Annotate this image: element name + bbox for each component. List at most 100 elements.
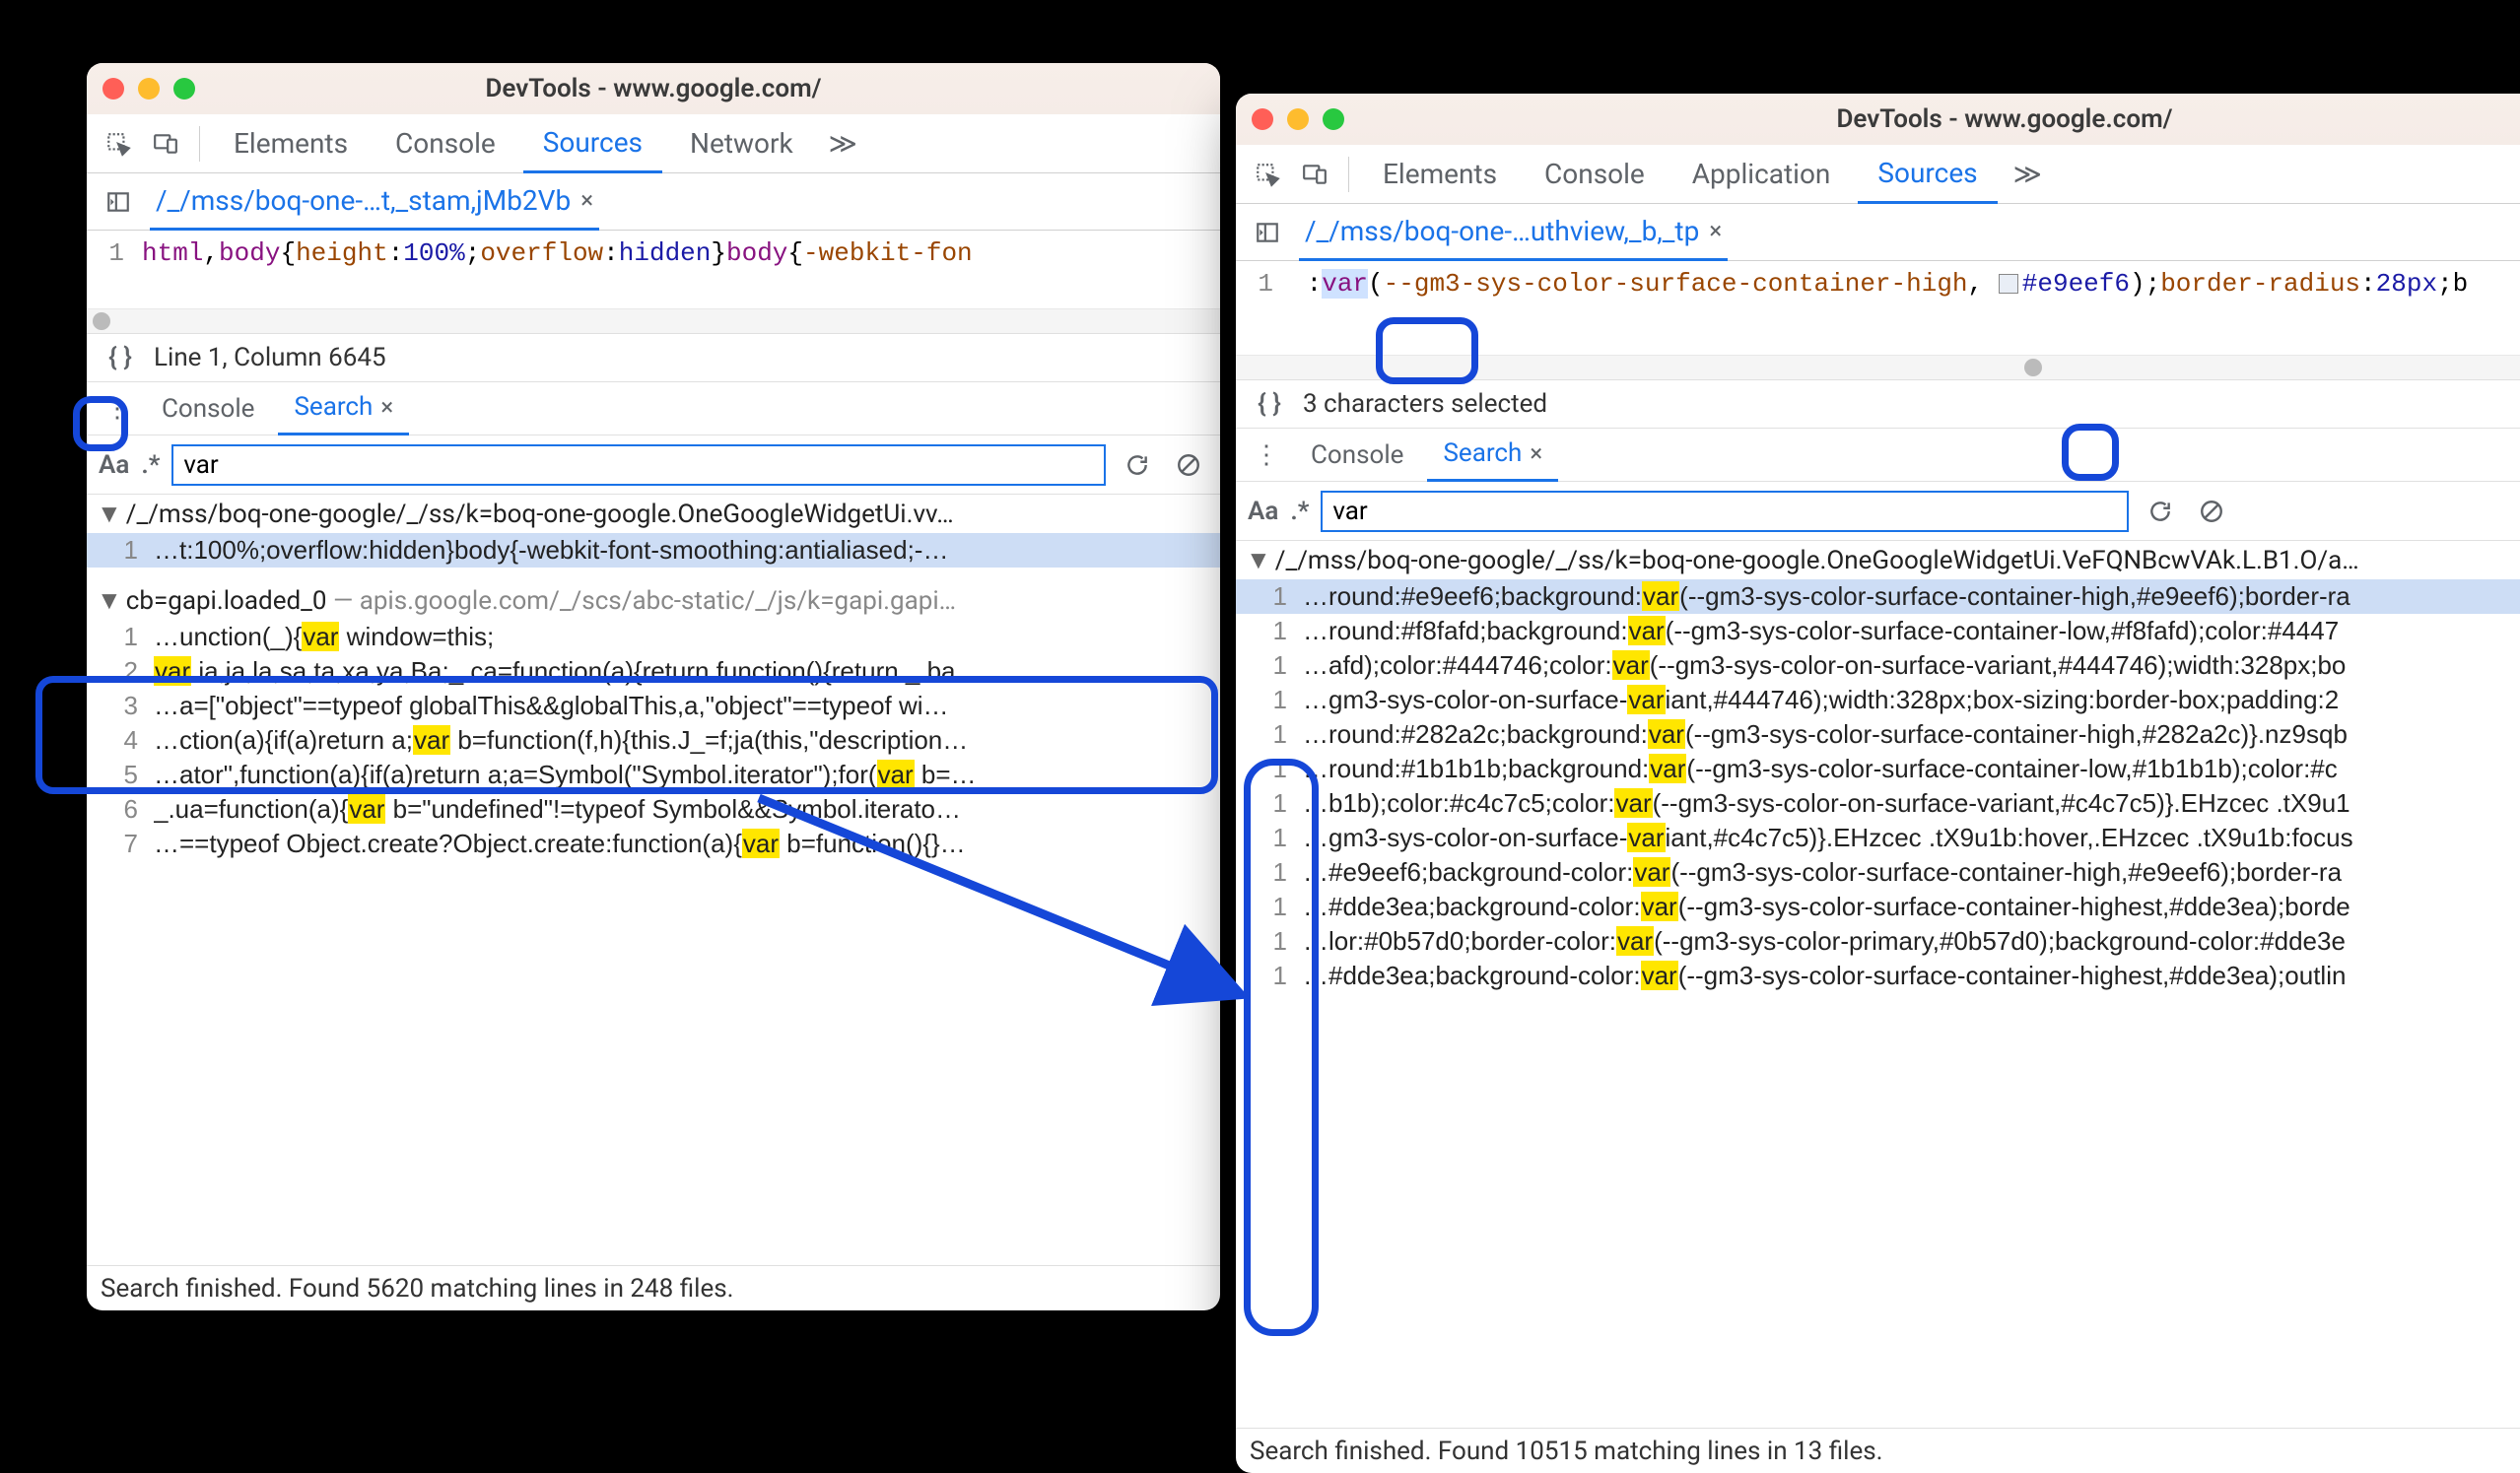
horizontal-scrollbar[interactable]	[1236, 356, 2520, 379]
close-icon[interactable]: ×	[580, 186, 593, 214]
horizontal-scrollbar[interactable]	[87, 309, 1220, 333]
search-result-row[interactable]: 1…round:#282a2c;background:var(--gm3-sys…	[1236, 717, 2520, 752]
drawer-tab-console[interactable]: Console	[1295, 429, 1419, 482]
clear-icon[interactable]	[2192, 492, 2231, 531]
search-result-row[interactable]: 1…#e9eef6;background-color:var(--gm3-sys…	[1236, 855, 2520, 890]
close-icon[interactable]: ×	[1709, 217, 1722, 244]
search-result-row[interactable]: 1…#dde3ea;background-color:var(--gm3-sys…	[1236, 890, 2520, 924]
clear-icon[interactable]	[1169, 445, 1208, 485]
drawer-tab-console[interactable]: Console	[146, 382, 270, 435]
result-snippet: …ction(a){if(a)return a;var b=function(f…	[154, 725, 1210, 756]
line-number: 1	[1236, 261, 1283, 355]
drawer-tab-search[interactable]: Search ×	[1427, 429, 1558, 482]
close-icon[interactable]: ×	[1530, 439, 1542, 467]
refresh-icon[interactable]	[1118, 445, 1157, 485]
match-case-toggle[interactable]: Aa	[1248, 497, 1278, 526]
result-snippet: …round:#282a2c;background:var(--gm3-sys-…	[1303, 719, 2520, 750]
search-result-row[interactable]: 1…round:#e9eef6;background:var(--gm3-sys…	[1236, 579, 2520, 614]
result-line-number: 1	[1246, 926, 1287, 957]
close-window-icon[interactable]	[1252, 108, 1273, 130]
tab-application[interactable]: Application	[1672, 145, 1851, 204]
file-tab[interactable]: /_/mss/boq-one-…uthview,_b,_tp ×	[1299, 204, 1728, 261]
refresh-icon[interactable]	[2141, 492, 2180, 531]
minimize-window-icon[interactable]	[1287, 108, 1309, 130]
search-result-row[interactable]: 1…gm3-sys-color-on-surface-variant,#c4c7…	[1236, 821, 2520, 855]
tab-elements[interactable]: Elements	[214, 114, 368, 173]
search-result-row[interactable]: 2var ia,ja,la,sa,ta,xa,ya,Ba;_.ca=functi…	[87, 654, 1220, 689]
tab-elements[interactable]: Elements	[1363, 145, 1517, 204]
search-result-row[interactable]: 1…round:#1b1b1b;background:var(--gm3-sys…	[1236, 752, 2520, 786]
format-icon[interactable]: { }	[101, 338, 140, 377]
search-result-row[interactable]: 1…#dde3ea;background-color:var(--gm3-sys…	[1236, 959, 2520, 993]
result-file-header[interactable]: ▼/_/mss/boq-one-google/_/ss/k=boq-one-go…	[87, 495, 1220, 533]
search-result-row[interactable]: 1…gm3-sys-color-on-surface-variant,#4447…	[1236, 683, 2520, 717]
inspect-icon[interactable]	[1248, 155, 1287, 194]
search-result-row[interactable]: 1…t:100%;overflow:hidden}body{-webkit-fo…	[87, 533, 1220, 568]
drawer-tab-label: Search	[294, 392, 373, 422]
drawer-tab-search[interactable]: Search ×	[278, 382, 409, 435]
result-line-number: 7	[97, 829, 138, 859]
device-icon[interactable]	[1295, 155, 1334, 194]
search-result-row[interactable]: 5 …ator",function(a){if(a)return a;a=Symb…	[87, 758, 1220, 792]
result-line-number: 1	[1246, 581, 1287, 612]
close-window-icon[interactable]	[102, 78, 124, 100]
file-tab-label: /_/mss/boq-one-…uthview,_b,_tp	[1305, 215, 1699, 247]
disclosure-triangle-icon[interactable]: ▼	[97, 500, 122, 529]
file-tab[interactable]: /_/mss/boq-one-…t,_stam,jMb2Vb ×	[150, 173, 599, 231]
format-icon[interactable]: { }	[1250, 384, 1289, 424]
close-icon[interactable]: ×	[380, 393, 393, 421]
selection-status: 3 characters selected	[1303, 389, 1547, 419]
result-line-number: 3	[97, 691, 138, 721]
line-number: 1	[87, 231, 134, 308]
search-result-row[interactable]: 1…round:#f8fafd;background:var(--gm3-sys…	[1236, 614, 2520, 648]
inspect-icon[interactable]	[99, 124, 138, 164]
result-file-header[interactable]: ▼cb=gapi.loaded_0 — apis.google.com/_/sc…	[87, 581, 1220, 620]
zoom-window-icon[interactable]	[173, 78, 195, 100]
color-swatch-icon	[1999, 274, 2018, 294]
result-snippet: …lor:#0b57d0;border-color:var(--gm3-sys-…	[1303, 926, 2520, 957]
search-result-row[interactable]: 1…b1b);color:#c4c7c5;color:var(--gm3-sys…	[1236, 786, 2520, 821]
navigator-toggle-icon[interactable]	[99, 182, 138, 222]
search-result-row[interactable]: 3…a=["object"==typeof globalThis&&global…	[87, 689, 1220, 723]
tabs-overflow[interactable]: ≫	[821, 114, 865, 173]
tab-console[interactable]: Console	[1525, 145, 1665, 204]
result-file-header[interactable]: ▼/_/mss/boq-one-google/_/ss/k=boq-one-go…	[1236, 541, 2520, 579]
search-input[interactable]	[171, 444, 1106, 486]
search-result-row[interactable]: 1 …lor:#0b57d0;border-color:var(--gm3-sys…	[1236, 924, 2520, 959]
tab-network[interactable]: Network	[670, 114, 813, 173]
zoom-window-icon[interactable]	[1323, 108, 1344, 130]
result-snippet: _.ua=function(a){var b="undefined"!=type…	[154, 794, 1210, 825]
result-line-number: 4	[97, 725, 138, 756]
search-input[interactable]	[1321, 491, 2129, 532]
search-result-row[interactable]: 1…afd);color:#444746;color:var(--gm3-sys…	[1236, 648, 2520, 683]
result-snippet: …ator",function(a){if(a)return a;a=Symbo…	[154, 760, 1210, 790]
minimize-window-icon[interactable]	[138, 78, 160, 100]
result-line-number: 5	[97, 760, 138, 790]
disclosure-triangle-icon[interactable]: ▼	[97, 586, 122, 616]
disclosure-triangle-icon[interactable]: ▼	[1246, 546, 1271, 575]
tabs-overflow[interactable]: ≫	[2006, 145, 2050, 204]
result-line-number: 6	[97, 794, 138, 825]
tab-sources[interactable]: Sources	[523, 114, 662, 173]
tab-console[interactable]: Console	[375, 114, 515, 173]
result-snippet: …unction(_){var window=this;	[154, 622, 1210, 652]
result-snippet: …gm3-sys-color-on-surface-variant,#44474…	[1303, 685, 2520, 715]
search-result-row[interactable]: 1…unction(_){var window=this;	[87, 620, 1220, 654]
navigator-toggle-icon[interactable]	[1248, 213, 1287, 252]
search-result-row[interactable]: 6 _.ua=function(a){var b="undefined"!=typ…	[87, 792, 1220, 827]
match-case-toggle[interactable]: Aa	[99, 450, 129, 480]
code-editor[interactable]: 1 html,body{height:100%;overflow:hidden}…	[87, 231, 1220, 309]
drawer-menu-icon[interactable]: ⋮	[97, 394, 138, 424]
code-editor[interactable]: 1 :var(--gm3-sys-color-surface-container…	[1236, 261, 2520, 356]
search-result-row[interactable]: 4 …ction(a){if(a)return a;var b=function(…	[87, 723, 1220, 758]
file-tabs-bar: /_/mss/boq-one-…t,_stam,jMb2Vb ×	[87, 173, 1220, 231]
regex-toggle[interactable]: .*	[141, 450, 160, 480]
regex-toggle[interactable]: .*	[1290, 497, 1309, 526]
drawer-tab-label: Search	[1443, 438, 1522, 468]
device-icon[interactable]	[146, 124, 185, 164]
titlebar-left: DevTools - www.google.com/	[87, 63, 1220, 114]
search-result-row[interactable]: 7…==typeof Object.create?Object.create:f…	[87, 827, 1220, 861]
tab-sources[interactable]: Sources	[1858, 145, 1997, 204]
drawer-menu-icon[interactable]: ⋮	[1246, 440, 1287, 470]
result-snippet: …round:#1b1b1b;background:var(--gm3-sys-…	[1303, 754, 2520, 784]
